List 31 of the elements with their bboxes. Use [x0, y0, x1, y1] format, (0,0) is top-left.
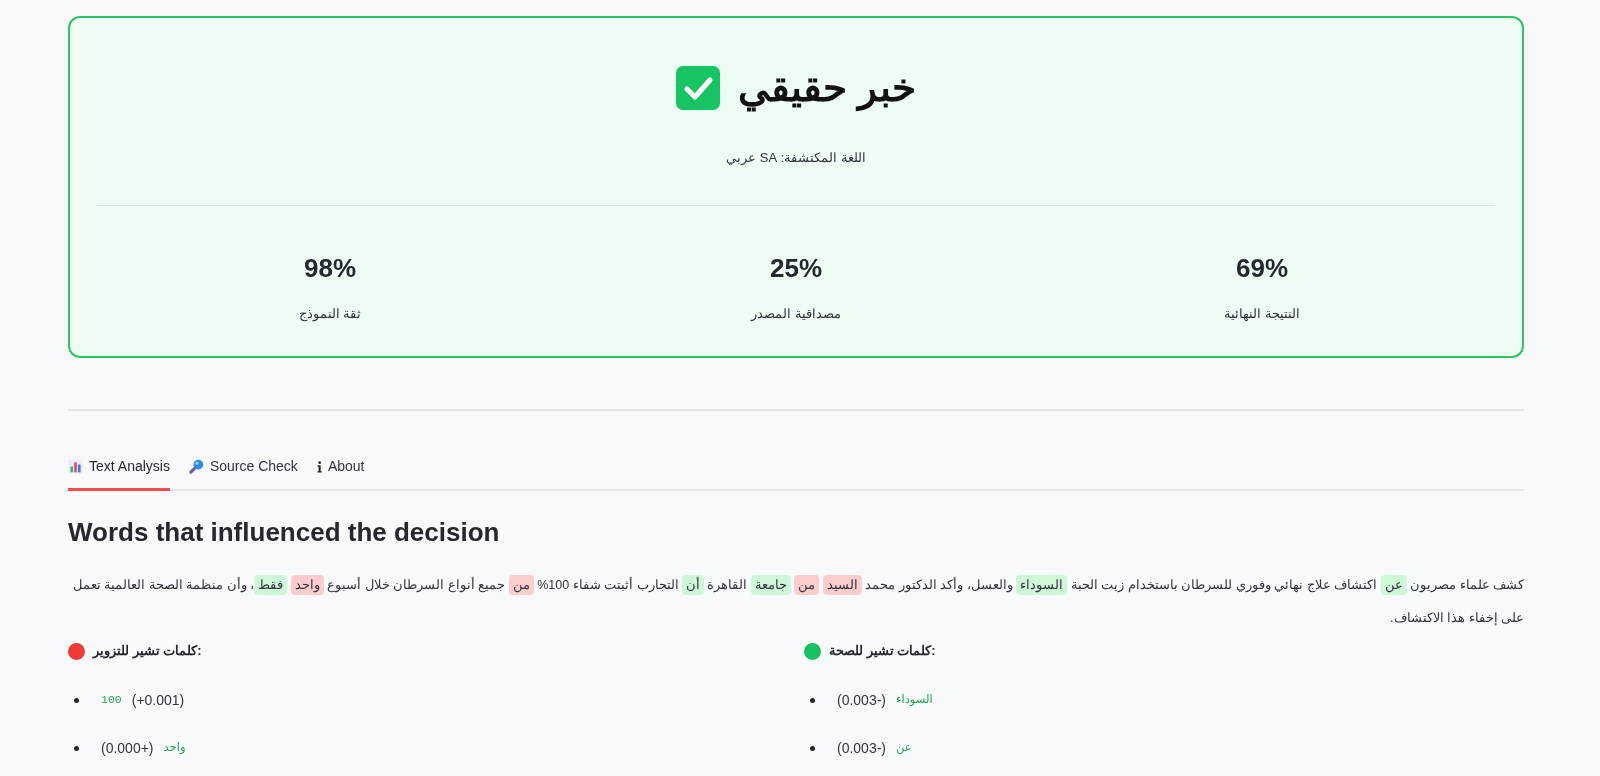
- keyword: واحد: [163, 740, 186, 757]
- bullet-icon: [810, 745, 815, 751]
- verdict-title: خبر حقيقي: [738, 64, 916, 112]
- score-value: (0.003-): [837, 738, 887, 758]
- bar-chart-icon: [68, 459, 83, 474]
- metric-label: النتيجة النهائية: [1224, 305, 1300, 324]
- metric-value: 98%: [304, 252, 357, 284]
- metric-label: ثقة النموذج: [298, 305, 362, 324]
- score-value: (+0.001): [131, 690, 185, 710]
- list-heading: كلمات تشير للصحة:: [829, 642, 936, 661]
- bullet-icon: [74, 697, 79, 703]
- section-heading: Words that influenced the decision: [68, 516, 500, 548]
- score-value: (0.000+): [101, 738, 154, 758]
- list-heading: كلمات تشير للتزوير:: [93, 642, 202, 661]
- analyzed-text: كشف علماء مصريون عن اكتشاف علاج نهائي وفوري للسرطان باستخدام زيت الحبة السوداء والعسل، وأكد الدكتور محمد السيد من جامعة القاهرة أن التجارب أثبتت شفاء 100% من جميع أنواع السرطان خلال أسبوع واحد فقط ، وأن منظمة الصحة العالمية تعمل على إخفاء هذا الاكتشاف.: [68, 569, 1524, 635]
- search-icon: [188, 459, 204, 474]
- tab[interactable]: Text Analysis: [68, 451, 170, 491]
- metric-value: 25%: [770, 252, 823, 284]
- tab[interactable]: Source Check: [188, 451, 298, 491]
- metric-value: 69%: [1236, 252, 1289, 284]
- bullet-icon: [74, 745, 79, 751]
- info-icon: [316, 460, 322, 473]
- detected-language: اللغة المكتشفة: SA عربي: [726, 149, 866, 167]
- keyword: عن: [896, 740, 912, 757]
- bullet-icon: [810, 697, 815, 703]
- keyword: السوداء: [896, 692, 933, 709]
- keyword: 100: [101, 692, 122, 709]
- score-value: (0.003-): [837, 690, 887, 710]
- check-icon: [676, 66, 721, 110]
- tab[interactable]: About: [316, 451, 365, 491]
- metric-label: مصداقية المصدر: [751, 305, 841, 323]
